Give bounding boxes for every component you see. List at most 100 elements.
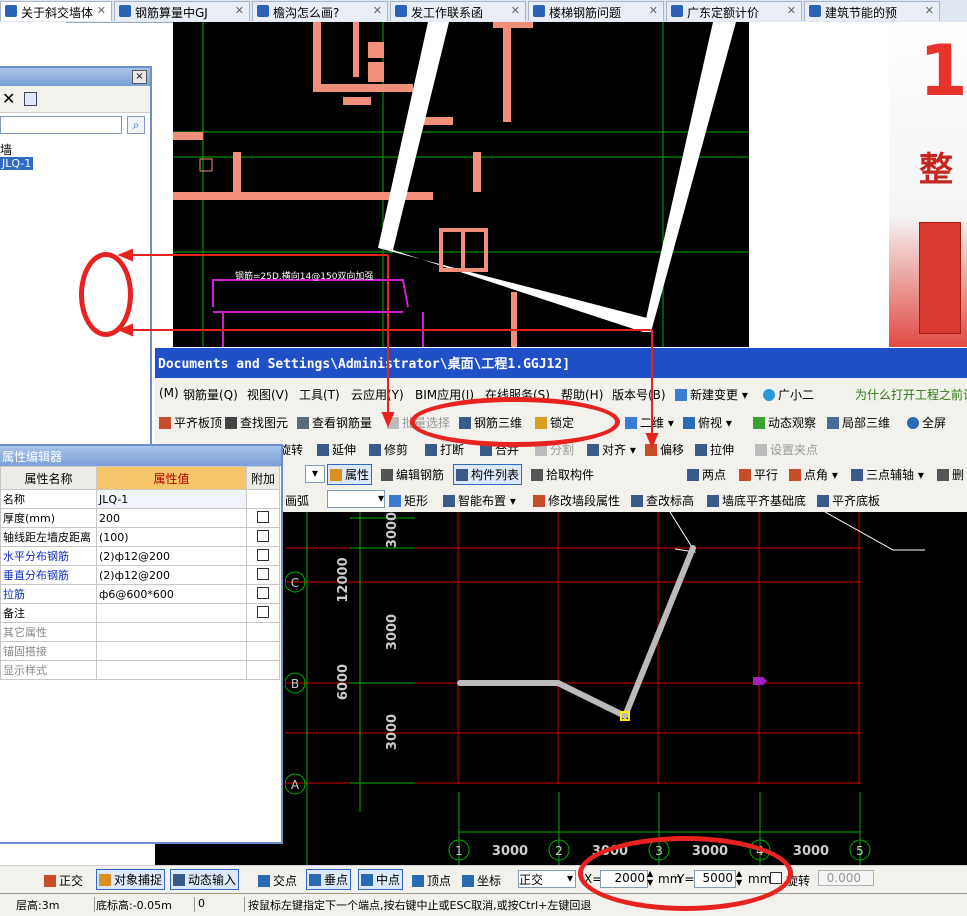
perpendicular-snap[interactable]: 垂点 [306, 869, 352, 890]
delete-icon[interactable]: ✕ [2, 89, 15, 108]
menu-new-change[interactable]: 新建变更 ▾ [675, 386, 748, 403]
close-icon[interactable]: ✕ [373, 4, 382, 17]
browser-tab-7[interactable]: 建筑节能的预 ✕ [804, 1, 940, 21]
flush-slab-bottom-button[interactable]: 平齐底板 [817, 492, 880, 509]
rectangle-button[interactable]: 矩形 [389, 492, 428, 509]
coordinate-snap[interactable]: 坐标 [462, 872, 501, 889]
prop-checkbox[interactable] [257, 548, 269, 561]
rotate-angle-input[interactable]: 0.000 [818, 870, 874, 886]
flush-slab-top-button[interactable]: 平齐板顶 [159, 414, 222, 431]
prop-value[interactable]: JLQ-1 [96, 489, 247, 509]
copy-icon[interactable] [24, 92, 37, 106]
trim-button[interactable]: 修剪 [369, 441, 408, 458]
browser-tab-1[interactable]: 关于斜交墙体 ✕ [0, 1, 112, 21]
offset-button[interactable]: 偏移 [645, 441, 684, 458]
search-input[interactable] [0, 116, 122, 134]
midpoint-snap[interactable]: 中点 [358, 869, 404, 890]
dynamic-orbit-button[interactable]: 动态观察 [753, 414, 816, 431]
cad-drawing-top[interactable]: 钢筋=25D.横向14@150双向加强 [173, 22, 749, 347]
property-row[interactable]: 水平分布钢筋 (2)ф12@200 [0, 546, 280, 566]
menu-view[interactable]: 视图(V) [247, 386, 289, 403]
stretch-button[interactable]: 拉伸 [695, 441, 734, 458]
component-list-button[interactable]: 构件列表 [453, 464, 523, 485]
property-row[interactable]: 备注 [0, 603, 280, 623]
prop-value[interactable]: (2)ф12@200 [96, 565, 247, 585]
property-row[interactable]: 拉筋 ф6@600*600 [0, 584, 280, 604]
align-button[interactable]: 对齐 ▾ [587, 441, 636, 458]
top-view-button[interactable]: 俯视 ▾ [683, 414, 732, 431]
page-icon [533, 5, 545, 17]
property-row[interactable]: 厚度(mm) 200 [0, 508, 280, 528]
edit-wall-segment-button[interactable]: 修改墙段属性 [533, 492, 620, 509]
prop-value[interactable]: (2)ф12@200 [96, 546, 247, 566]
two-point-button[interactable]: 两点 [687, 466, 726, 483]
menu-rebar[interactable]: 钢筋量(Q) [183, 386, 238, 403]
menu-cloud[interactable]: 云应用(Y) [351, 386, 404, 403]
object-snap-toggle[interactable]: 对象捕捉 [96, 869, 166, 890]
close-icon[interactable]: ✕ [649, 4, 658, 17]
edit-rebar-button[interactable]: 编辑钢筋 [381, 466, 444, 483]
fullscreen-button[interactable]: 全屏 [907, 414, 946, 431]
edit-elevation-button[interactable]: 查改标高 [631, 492, 694, 509]
set-grip-button[interactable]: 设置夹点 [755, 441, 818, 458]
close-icon[interactable]: × [132, 70, 147, 84]
cad-drawing-main[interactable]: C B A 1 2 3 4 5 3000 12000 3000 6000 300… [285, 512, 967, 865]
prop-checkbox[interactable] [257, 529, 269, 542]
browser-tab-5[interactable]: 楼梯钢筋问题 ✕ [528, 1, 664, 21]
advertisement[interactable]: 1 整 [889, 22, 967, 347]
draw-arc-button[interactable]: 画弧 [285, 492, 309, 509]
property-row[interactable]: 显示样式 [0, 660, 280, 680]
prop-checkbox[interactable] [257, 567, 269, 580]
search-icon[interactable]: ⌕ [127, 116, 145, 134]
parallel-button[interactable]: 平行 [739, 466, 778, 483]
prop-checkbox[interactable] [257, 605, 269, 618]
close-icon[interactable]: ✕ [925, 4, 934, 17]
find-element-button[interactable]: 查找图元 [225, 414, 288, 431]
prop-checkbox[interactable] [257, 510, 269, 523]
property-row[interactable]: 锚固搭接 [0, 641, 280, 661]
browser-tab-6[interactable]: 广东定额计价 ✕ [666, 1, 802, 21]
prop-value[interactable]: 200 [96, 508, 247, 528]
mode-select[interactable]: 正交 ▾ [518, 870, 576, 888]
dynamic-input-toggle[interactable]: 动态输入 [170, 869, 240, 890]
tree-item-wall[interactable]: 墙 [0, 141, 12, 158]
2d-view-button[interactable]: 二维 ▾ [625, 414, 674, 431]
prop-value[interactable]: ф6@600*600 [96, 584, 247, 604]
prop-value[interactable] [96, 603, 247, 623]
three-point-aux-button[interactable]: 三点辅轴 ▾ [851, 466, 924, 483]
menu-tools[interactable]: 工具(T) [299, 386, 340, 403]
menu-m[interactable]: (M) [159, 386, 179, 400]
property-row[interactable]: 垂直分布钢筋 (2)ф12@200 [0, 565, 280, 585]
close-icon[interactable]: ✕ [787, 4, 796, 17]
delete-aux-button[interactable]: 删 [937, 466, 964, 483]
browser-tab-4[interactable]: 发工作联系函 ✕ [390, 1, 526, 21]
ortho-toggle[interactable]: 正交 [44, 872, 83, 889]
extend-button[interactable]: 延伸 [317, 441, 356, 458]
wall-bottom-flush-button[interactable]: 墙底平齐基础底 [707, 492, 806, 509]
menu-assistant[interactable]: 广小二 [763, 386, 814, 403]
prop-value[interactable]: (100) [96, 527, 247, 547]
close-icon[interactable]: ✕ [511, 4, 520, 17]
view-rebar-qty-button[interactable]: 查看钢筋量 [297, 414, 372, 431]
local-3d-button[interactable]: 局部三维 [827, 414, 890, 431]
property-row[interactable]: 轴线距左墙皮距离 (100) [0, 527, 280, 547]
menu-news-link[interactable]: 为什么打开工程之前论 [855, 386, 967, 403]
break-button[interactable]: 打断 [425, 441, 464, 458]
intersection-snap[interactable]: 交点 [258, 872, 297, 889]
vertex-snap[interactable]: 顶点 [412, 872, 451, 889]
smart-layout-button[interactable]: 智能布置 ▾ [443, 492, 516, 509]
properties-button[interactable]: 属性 [327, 464, 373, 485]
prop-checkbox[interactable] [257, 586, 269, 599]
property-row[interactable]: 其它属性 [0, 622, 280, 642]
pick-component-button[interactable]: 拾取构件 [531, 466, 594, 483]
point-angle-button[interactable]: 点角 ▾ [789, 466, 838, 483]
close-icon[interactable]: ✕ [235, 4, 244, 17]
dropdown-arrow[interactable]: ▾ [305, 465, 325, 483]
menu-version[interactable]: 版本号(B) [612, 386, 666, 403]
browser-tab-3[interactable]: 檐沟怎么画? ✕ [252, 1, 388, 21]
tree-item-jlq1[interactable]: JLQ-1 [0, 157, 34, 170]
property-row[interactable]: 名称 JLQ-1 [0, 489, 280, 509]
arc-mode-select[interactable]: ▾ [327, 490, 385, 508]
browser-tab-2[interactable]: 钢筋算量中GJ ✕ [114, 1, 250, 21]
close-icon[interactable]: ✕ [97, 4, 106, 17]
